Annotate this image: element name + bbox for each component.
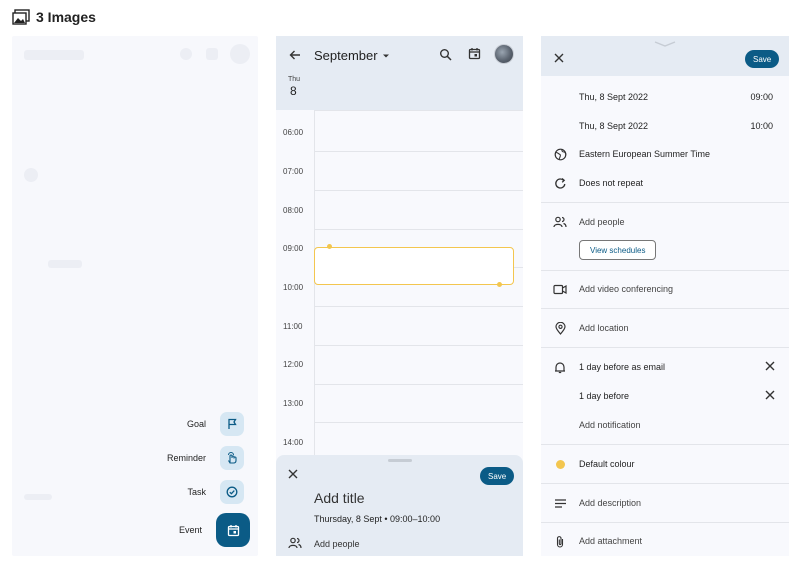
colour-row[interactable]: Default colour [541, 454, 789, 474]
globe-icon [554, 148, 566, 160]
attachment-label: Add attachment [579, 536, 643, 546]
repeat-label: Does not repeat [579, 178, 644, 188]
calendar-icon [227, 524, 239, 536]
time-label: 10:00 [283, 283, 304, 292]
colour-dot-icon [555, 459, 565, 469]
bell-icon [555, 361, 565, 373]
remove-notification-icon[interactable] [765, 361, 775, 371]
time-label: 07:00 [283, 167, 304, 176]
add-people-label: Add people [579, 217, 625, 227]
add-people-row[interactable]: Add people [541, 212, 789, 232]
repeat-icon [554, 177, 565, 189]
time-label: 11:00 [283, 322, 303, 331]
reminder-hand-icon [228, 452, 237, 464]
attachment-row[interactable]: Add attachment [541, 531, 789, 551]
end-date[interactable]: Thu, 8 Sept 2022 [579, 121, 648, 131]
fab-menu-reminder[interactable]: Reminder [167, 446, 244, 470]
event-button[interactable] [216, 513, 250, 547]
notification-row-2[interactable]: 1 day before [541, 386, 789, 406]
location-pin-icon [554, 321, 566, 335]
avatar[interactable] [494, 44, 514, 64]
check-circle-icon [226, 486, 238, 498]
time-label: 06:00 [283, 128, 304, 137]
task-label: Task [187, 487, 206, 497]
goal-label: Goal [186, 419, 206, 429]
event-label: Event [178, 525, 202, 535]
notification-2-label: 1 day before [579, 391, 630, 401]
fab-menu-task[interactable]: Task [187, 480, 244, 504]
paperclip-icon [556, 535, 564, 548]
flag-icon [228, 418, 237, 429]
remove-notification-icon[interactable] [765, 390, 775, 400]
start-date-time-row[interactable]: Thu, 8 Sept 2022 09:00 [541, 87, 789, 107]
save-button[interactable]: Save [480, 467, 515, 485]
close-icon[interactable] [288, 469, 298, 479]
end-time[interactable]: 10:00 [750, 121, 773, 131]
save-button[interactable]: Save [745, 50, 780, 68]
start-time[interactable]: 09:00 [750, 92, 773, 102]
timezone-label: Eastern European Summer Time [579, 149, 711, 159]
search-icon[interactable] [439, 48, 452, 61]
title-input[interactable]: Add title [314, 490, 365, 506]
day-view-panel: September Thu 8 06:00 07:00 08:00 09:00 … [276, 36, 523, 556]
fab-menu-event[interactable]: Event [179, 513, 250, 547]
day-of-week: Thu [288, 76, 301, 83]
page-header: 3 Images [12, 8, 96, 26]
event-resize-handle-top[interactable] [327, 244, 332, 249]
time-label: 09:00 [283, 244, 304, 253]
time-label: 08:00 [283, 206, 304, 215]
time-label: 12:00 [283, 360, 304, 369]
month-selector[interactable]: September [314, 48, 390, 63]
location-row[interactable]: Add location [541, 318, 789, 338]
video-conferencing-row[interactable]: Add video conferencing [541, 279, 789, 299]
timezone-row[interactable]: Eastern European Summer Time [541, 144, 789, 164]
drag-handle[interactable] [388, 459, 412, 462]
description-label: Add description [579, 498, 642, 508]
today-calendar-icon[interactable] [468, 47, 481, 60]
time-grid-divider [314, 110, 315, 470]
chevron-down-icon[interactable] [653, 40, 677, 48]
video-camera-icon [553, 284, 567, 294]
close-icon[interactable] [554, 53, 564, 63]
quick-create-sheet: Save Add title Thursday, 8 Sept • 09:00–… [276, 455, 523, 556]
fab-menu-goal[interactable]: Goal [187, 412, 244, 436]
notes-lines-icon [554, 498, 566, 508]
event-resize-handle-bottom[interactable] [497, 282, 502, 287]
event-editor-panel: Save Thu, 8 Sept 2022 09:00 Thu, 8 Sept … [541, 36, 789, 556]
calendar-fab-menu-panel: Goal Reminder Task Event [12, 36, 258, 556]
video-conferencing-label: Add video conferencing [579, 284, 674, 294]
description-row[interactable]: Add description [541, 493, 789, 513]
month-label: September [314, 48, 378, 63]
dropdown-arrow-icon [382, 54, 389, 57]
new-event-block[interactable] [314, 247, 514, 285]
notification-row-1[interactable]: 1 day before as email [541, 357, 789, 377]
repeat-row[interactable]: Does not repeat [541, 173, 789, 193]
add-people-field[interactable]: Add people [314, 539, 360, 549]
task-button[interactable] [220, 480, 244, 504]
page-title: 3 Images [36, 9, 96, 25]
start-date[interactable]: Thu, 8 Sept 2022 [579, 92, 648, 102]
time-label: 14:00 [283, 438, 304, 447]
location-label: Add location [579, 323, 629, 333]
add-notification-row[interactable]: Add notification [541, 415, 789, 435]
end-date-time-row[interactable]: Thu, 8 Sept 2022 10:00 [541, 116, 789, 136]
day-of-month: 8 [290, 84, 297, 98]
view-schedules-button[interactable]: View schedules [579, 240, 657, 260]
reminder-button[interactable] [220, 446, 244, 470]
back-arrow-icon[interactable] [288, 48, 302, 62]
images-icon [12, 9, 30, 25]
people-icon [288, 537, 302, 549]
event-date-time[interactable]: Thursday, 8 Sept • 09:00–10:00 [314, 514, 440, 524]
colour-label: Default colour [579, 459, 635, 469]
notification-1-label: 1 day before as email [579, 362, 666, 372]
add-notification-label: Add notification [579, 420, 641, 430]
reminder-label: Reminder [166, 453, 206, 463]
people-icon [553, 216, 567, 228]
time-label: 13:00 [283, 399, 304, 408]
goal-button[interactable] [220, 412, 244, 436]
